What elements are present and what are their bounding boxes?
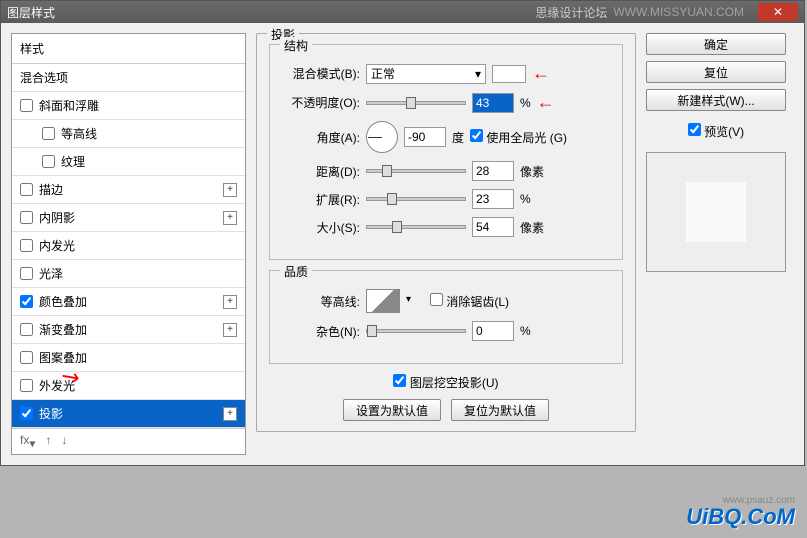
titlebar[interactable]: 图层样式 思缘设计论坛 WWW.MISSYUAN.COM ✕ [1, 1, 804, 23]
style-label: 内阴影 [39, 209, 75, 226]
style-item[interactable]: 渐变叠加 + [12, 316, 245, 344]
style-label: 图案叠加 [39, 349, 87, 366]
style-item[interactable]: 外发光 [12, 372, 245, 400]
structure-title: 结构 [280, 37, 312, 54]
spread-slider[interactable] [366, 197, 466, 201]
style-checkbox[interactable] [20, 99, 33, 112]
style-label: 投影 [39, 405, 63, 422]
style-checkbox[interactable] [20, 183, 33, 196]
quality-group: 品质 等高线: 消除锯齿(L) 杂色(N): % [269, 270, 623, 364]
size-input[interactable] [472, 217, 514, 237]
settings-panel: 投影 结构 混合模式(B): 正常▾ ← 不透明度(O): [256, 33, 636, 455]
titlebar-brand: 思缘设计论坛 [535, 4, 607, 21]
blending-options-item[interactable]: 混合选项 [12, 64, 245, 92]
angle-input[interactable] [404, 127, 446, 147]
style-item[interactable]: 光泽 [12, 260, 245, 288]
new-style-button[interactable]: 新建样式(W)... [646, 89, 786, 111]
style-checkbox[interactable] [20, 267, 33, 280]
noise-slider[interactable] [366, 329, 466, 333]
style-label: 等高线 [61, 125, 97, 142]
global-light-checkbox[interactable]: 使用全局光 (G) [470, 129, 567, 146]
close-button[interactable]: ✕ [758, 3, 798, 21]
knockout-checkbox[interactable]: 图层挖空投影(U) [393, 374, 498, 391]
dialog-content: 样式 混合选项 斜面和浮雕等高线纹理描边 + 内阴影 + 内发光光泽颜色叠加 + 渐变叠加 +… [1, 23, 804, 465]
style-checkbox[interactable] [42, 127, 55, 140]
distance-slider[interactable] [366, 169, 466, 173]
style-label: 渐变叠加 [39, 321, 87, 338]
style-item[interactable]: 内发光 [12, 232, 245, 260]
set-default-button[interactable]: 设置为默认值 [343, 399, 441, 421]
distance-label: 距离(D): [282, 163, 360, 180]
plus-icon[interactable]: + [223, 211, 237, 225]
style-checkbox[interactable] [42, 155, 55, 168]
style-item[interactable]: 颜色叠加 + [12, 288, 245, 316]
style-item[interactable]: 描边 + [12, 176, 245, 204]
contour-picker[interactable] [366, 289, 400, 313]
style-label: 描边 [39, 181, 63, 198]
opacity-input[interactable] [472, 93, 514, 113]
style-item[interactable]: 投影 + [12, 400, 245, 428]
style-item[interactable]: 内阴影 + [12, 204, 245, 232]
structure-group: 结构 混合模式(B): 正常▾ ← 不透明度(O): % [269, 44, 623, 260]
contour-label: 等高线: [282, 293, 360, 310]
style-checkbox[interactable] [20, 323, 33, 336]
size-label: 大小(S): [282, 219, 360, 236]
quality-title: 品质 [280, 263, 312, 280]
style-label: 内发光 [39, 237, 75, 254]
style-label: 颜色叠加 [39, 293, 87, 310]
preview-checkbox[interactable]: 预览(V) [688, 123, 744, 140]
antialias-checkbox[interactable]: 消除锯齿(L) [430, 293, 509, 310]
distance-input[interactable] [472, 161, 514, 181]
shadow-color-swatch[interactable] [492, 65, 526, 83]
opacity-slider[interactable] [366, 101, 466, 105]
ok-button[interactable]: 确定 [646, 33, 786, 55]
style-checkbox[interactable] [20, 351, 33, 364]
styles-header: 样式 [12, 34, 245, 64]
styles-footer: fx▾ ↑ ↓ [12, 428, 245, 454]
fx-label[interactable]: fx▾ [20, 433, 35, 450]
watermark-logo: UiBQ.CoM [686, 504, 795, 530]
noise-input[interactable] [472, 321, 514, 341]
chevron-down-icon: ▾ [475, 67, 481, 81]
angle-label: 角度(A): [282, 129, 360, 146]
spread-input[interactable] [472, 189, 514, 209]
noise-label: 杂色(N): [282, 323, 360, 340]
preview-swatch [686, 182, 746, 242]
annotation-arrow: ← [537, 92, 555, 113]
style-label: 光泽 [39, 265, 63, 282]
spread-label: 扩展(R): [282, 191, 360, 208]
style-checkbox[interactable] [20, 407, 33, 420]
style-label: 斜面和浮雕 [39, 97, 99, 114]
blend-mode-select[interactable]: 正常▾ [366, 64, 486, 84]
drop-shadow-fieldset: 投影 结构 混合模式(B): 正常▾ ← 不透明度(O): [256, 33, 636, 432]
plus-icon[interactable]: + [223, 323, 237, 337]
style-checkbox[interactable] [20, 295, 33, 308]
plus-icon[interactable]: + [223, 407, 237, 421]
style-item[interactable]: 等高线 [12, 120, 245, 148]
style-label: 纹理 [61, 153, 85, 170]
style-checkbox[interactable] [20, 379, 33, 392]
action-panel: 确定 复位 新建样式(W)... 预览(V) [646, 33, 786, 455]
arrow-down-icon[interactable]: ↓ [61, 433, 67, 450]
opacity-label: 不透明度(O): [282, 94, 360, 111]
preview-box [646, 152, 786, 272]
plus-icon[interactable]: + [223, 183, 237, 197]
reset-default-button[interactable]: 复位为默认值 [451, 399, 549, 421]
titlebar-url: WWW.MISSYUAN.COM [613, 5, 744, 19]
style-checkbox[interactable] [20, 211, 33, 224]
annotation-arrow: ← [532, 63, 550, 84]
style-checkbox[interactable] [20, 239, 33, 252]
size-slider[interactable] [366, 225, 466, 229]
arrow-up-icon[interactable]: ↑ [45, 433, 51, 450]
cancel-button[interactable]: 复位 [646, 61, 786, 83]
style-item[interactable]: 斜面和浮雕 [12, 92, 245, 120]
blend-mode-label: 混合模式(B): [282, 65, 360, 82]
layer-style-dialog: 图层样式 思缘设计论坛 WWW.MISSYUAN.COM ✕ 样式 混合选项 斜… [0, 0, 805, 466]
style-item[interactable]: 纹理 [12, 148, 245, 176]
styles-list-panel: 样式 混合选项 斜面和浮雕等高线纹理描边 + 内阴影 + 内发光光泽颜色叠加 + 渐变叠加 +… [11, 33, 246, 455]
window-title: 图层样式 [7, 4, 55, 21]
style-item[interactable]: 图案叠加 [12, 344, 245, 372]
angle-dial[interactable] [366, 121, 398, 153]
plus-icon[interactable]: + [223, 295, 237, 309]
